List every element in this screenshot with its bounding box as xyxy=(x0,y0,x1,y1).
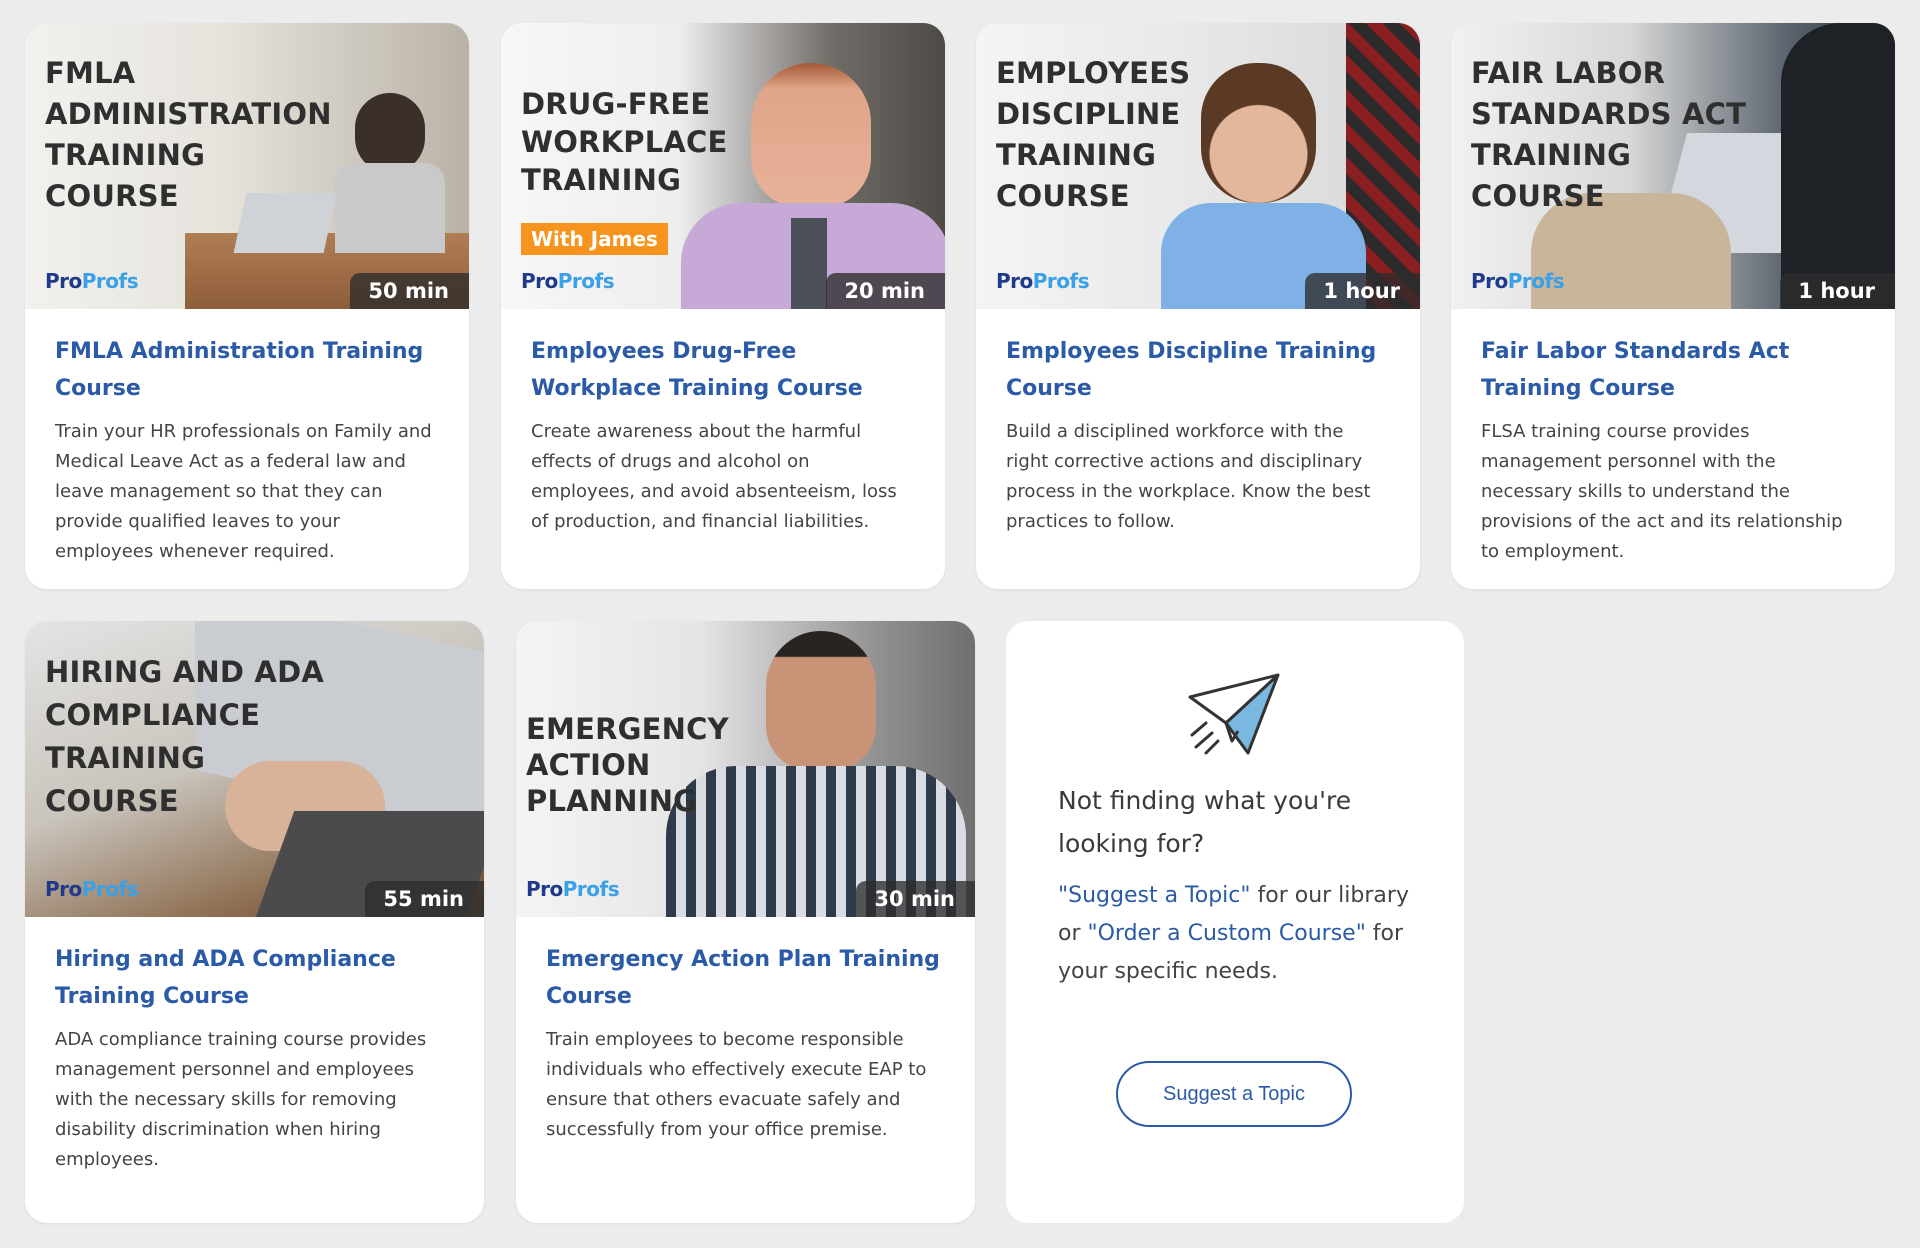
course-thumbnail[interactable]: EMPLOYEES DISCIPLINE TRAINING COURSE Pro… xyxy=(976,23,1420,309)
proprofs-logo: ProProfs xyxy=(526,877,620,901)
suggest-topic-button[interactable]: Suggest a Topic xyxy=(1116,1061,1352,1127)
course-thumbnail[interactable]: DRUG-FREE WORKPLACE TRAINING With James … xyxy=(501,23,945,309)
course-card[interactable]: FAIR LABOR STANDARDS ACT TRAINING COURSE… xyxy=(1451,23,1895,589)
course-title[interactable]: Employees Discipline Training Course xyxy=(1006,333,1390,407)
proprofs-logo: ProProfs xyxy=(521,269,615,293)
duration-badge: 20 min xyxy=(826,273,945,309)
course-card[interactable]: EMERGENCY ACTION PLANNING ProProfs 30 mi… xyxy=(516,621,975,1223)
proprofs-logo: ProProfs xyxy=(45,877,139,901)
duration-badge: 1 hour xyxy=(1305,273,1420,309)
course-description: FLSA training course provides management… xyxy=(1481,421,1843,562)
course-thumbnail[interactable]: EMERGENCY ACTION PLANNING ProProfs 30 mi… xyxy=(516,621,975,917)
course-thumbnail[interactable]: HIRING AND ADA COMPLIANCE TRAINING COURS… xyxy=(25,621,484,917)
course-title[interactable]: FMLA Administration Training Course xyxy=(55,333,439,407)
course-card[interactable]: FMLA ADMINISTRATION TRAINING COURSE ProP… xyxy=(25,23,469,589)
cta-heading: Not finding what you're looking for? xyxy=(1058,786,1352,858)
duration-badge: 50 min xyxy=(350,273,469,309)
proprofs-logo: ProProfs xyxy=(45,269,139,293)
course-description: Train employees to become responsible in… xyxy=(546,1029,927,1140)
course-description: Build a disciplined workforce with the r… xyxy=(1006,421,1371,532)
thumbnail-title: EMERGENCY ACTION PLANNING xyxy=(526,712,729,818)
course-card[interactable]: HIRING AND ADA COMPLIANCE TRAINING COURS… xyxy=(25,621,484,1223)
course-title[interactable]: Hiring and ADA Compliance Training Cours… xyxy=(55,941,454,1015)
suggest-topic-link[interactable]: "Suggest a Topic" xyxy=(1058,883,1251,908)
course-title[interactable]: Fair Labor Standards Act Training Course xyxy=(1481,333,1865,407)
proprofs-logo: ProProfs xyxy=(1471,269,1565,293)
duration-badge: 55 min xyxy=(365,881,484,917)
cta-text: "Suggest a Topic" for our library or "Or… xyxy=(1058,883,1409,984)
proprofs-logo: ProProfs xyxy=(996,269,1090,293)
course-card[interactable]: EMPLOYEES DISCIPLINE TRAINING COURSE Pro… xyxy=(976,23,1420,589)
course-description: ADA compliance training course provides … xyxy=(55,1029,427,1170)
thumbnail-title: HIRING AND ADA COMPLIANCE TRAINING COURS… xyxy=(45,655,324,818)
paper-plane-icon xyxy=(1186,673,1282,762)
course-thumbnail[interactable]: FAIR LABOR STANDARDS ACT TRAINING COURSE… xyxy=(1451,23,1895,309)
thumbnail-title: FMLA ADMINISTRATION TRAINING COURSE xyxy=(45,56,332,213)
instructor-tag: With James xyxy=(521,223,668,255)
thumbnail-title: DRUG-FREE WORKPLACE TRAINING xyxy=(521,87,728,197)
duration-badge: 1 hour xyxy=(1780,273,1895,309)
course-thumbnail[interactable]: FMLA ADMINISTRATION TRAINING COURSE ProP… xyxy=(25,23,469,309)
order-custom-course-link[interactable]: "Order a Custom Course" xyxy=(1088,921,1366,946)
course-title[interactable]: Employees Drug-Free Workplace Training C… xyxy=(531,333,915,407)
course-description: Train your HR professionals on Family an… xyxy=(55,421,432,562)
course-description: Create awareness about the harmful effec… xyxy=(531,421,897,532)
duration-badge: 30 min xyxy=(856,881,975,917)
course-title[interactable]: Emergency Action Plan Training Course xyxy=(546,941,945,1015)
thumbnail-title: FAIR LABOR STANDARDS ACT TRAINING COURSE xyxy=(1471,56,1747,213)
thumbnail-title: EMPLOYEES DISCIPLINE TRAINING COURSE xyxy=(996,56,1191,213)
course-card[interactable]: DRUG-FREE WORKPLACE TRAINING With James … xyxy=(501,23,945,589)
not-finding-card: Not finding what you're looking for? "Su… xyxy=(1006,621,1464,1223)
